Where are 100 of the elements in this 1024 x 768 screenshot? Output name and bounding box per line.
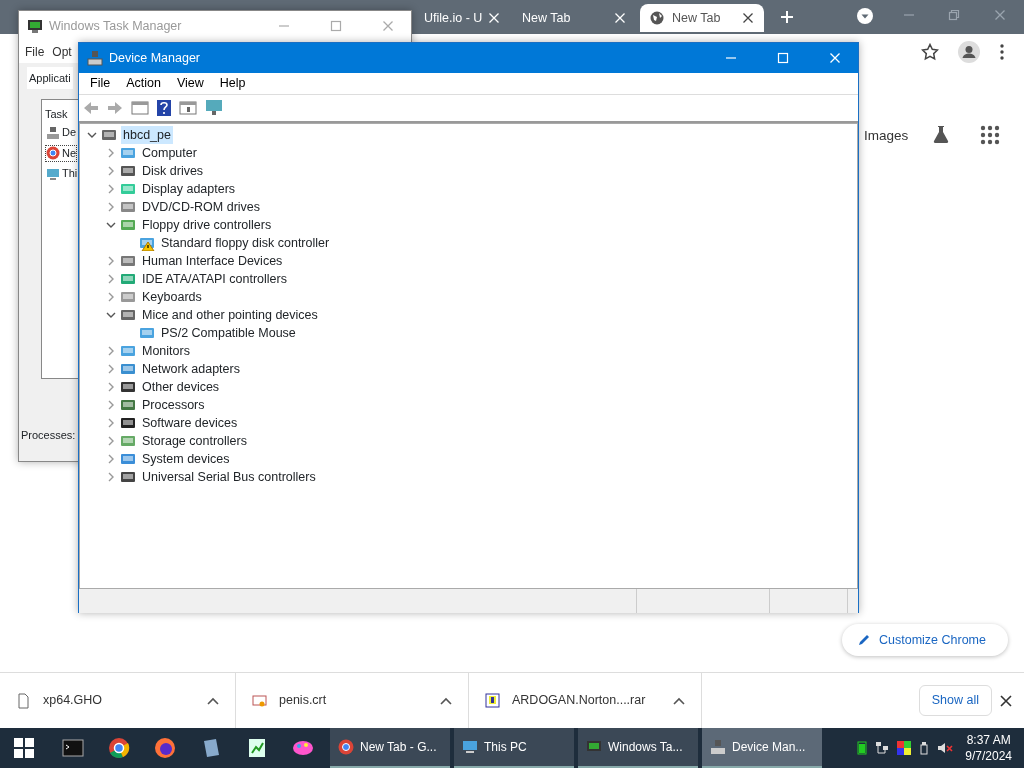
device-icon xyxy=(120,469,136,485)
device-icon xyxy=(120,289,136,305)
tree-item[interactable]: Storage controllers xyxy=(140,431,249,451)
windows-icon[interactable] xyxy=(14,738,34,758)
clock-time: 8:37 AM xyxy=(966,732,1011,748)
show-all-button[interactable]: Show all xyxy=(918,685,992,716)
tree-item[interactable]: hbcd_pe xyxy=(121,125,173,145)
monitor-icon xyxy=(27,19,43,33)
customize-button[interactable]: Customize Chrome xyxy=(842,624,1008,656)
chevron-icon xyxy=(207,696,219,705)
task-row[interactable]: Ne xyxy=(45,144,78,162)
tree-item[interactable]: Keyboards xyxy=(140,287,204,307)
menu-item[interactable]: File xyxy=(83,74,118,93)
forward-icon[interactable] xyxy=(107,101,123,115)
device-icon xyxy=(120,343,136,359)
tree-item[interactable]: Mice and other pointing devices xyxy=(140,305,320,325)
taskbar-button[interactable]: New Tab - G... xyxy=(330,728,450,768)
apps-icon[interactable] xyxy=(980,125,1000,145)
menu-item[interactable]: Opt xyxy=(48,43,76,61)
device-icon xyxy=(101,127,117,143)
view-icon[interactable] xyxy=(179,100,197,116)
device-icon xyxy=(120,217,136,233)
device-icon xyxy=(120,163,136,179)
help-icon[interactable] xyxy=(157,100,171,116)
tree-item[interactable]: Standard floppy disk controller xyxy=(159,233,332,253)
tab-title: New Tab xyxy=(672,9,721,27)
tree-item[interactable]: PS/2 Compatible Mouse xyxy=(159,323,298,343)
tree-item[interactable]: Computer xyxy=(140,143,199,163)
browser-tab[interactable]: New Tab xyxy=(512,4,636,32)
globe-icon xyxy=(650,11,664,25)
device-icon xyxy=(139,325,155,341)
browser-tab[interactable]: New Tab xyxy=(640,4,764,32)
tree-item[interactable]: Disk drives xyxy=(140,161,206,181)
status-text: Processes: xyxy=(21,428,76,443)
device-icon xyxy=(120,271,136,287)
menu-item[interactable]: File xyxy=(21,43,49,61)
menu-item[interactable]: View xyxy=(169,74,211,93)
tree-item[interactable]: Monitors xyxy=(140,341,192,361)
computer-icon xyxy=(87,50,103,66)
taskbar-button[interactable]: Device Man... xyxy=(702,728,822,768)
tree-item[interactable]: Display adapters xyxy=(140,179,238,199)
spreadsheet-icon[interactable] xyxy=(246,737,268,759)
device-icon xyxy=(120,397,136,413)
tree-item[interactable]: Other devices xyxy=(140,377,222,397)
battery-icon xyxy=(857,741,868,755)
tree-item[interactable]: Processors xyxy=(140,395,207,415)
taskbar-button[interactable]: This PC xyxy=(454,728,574,768)
taskbar-button[interactable]: Windows Ta... xyxy=(578,728,698,768)
usb-icon xyxy=(919,741,930,755)
tree-item[interactable]: Human Interface Devices xyxy=(140,251,285,271)
device-icon xyxy=(120,451,136,467)
task-row[interactable]: Thi xyxy=(45,165,79,182)
images-link[interactable]: Images xyxy=(864,126,909,147)
menu-item[interactable]: Action xyxy=(119,74,168,93)
dropdown-icon[interactable] xyxy=(857,8,873,24)
chrome-icon[interactable] xyxy=(108,737,130,759)
muted-speaker-icon xyxy=(937,741,954,755)
tree-item[interactable]: Software devices xyxy=(140,413,240,433)
close-icon[interactable] xyxy=(742,12,754,24)
tree-item[interactable]: Floppy drive controllers xyxy=(140,215,274,235)
window-title: Device Manager xyxy=(109,49,201,67)
tree-item[interactable]: DVD/CD-ROM drives xyxy=(140,197,263,217)
back-icon[interactable] xyxy=(83,101,99,115)
star-icon[interactable] xyxy=(921,43,939,61)
file-icon xyxy=(16,692,31,709)
tab[interactable]: Applicati xyxy=(27,67,73,89)
scan-monitor-icon[interactable] xyxy=(205,99,223,117)
app-icon xyxy=(46,125,60,140)
device-icon xyxy=(120,433,136,449)
tree-item[interactable]: IDE ATA/ATAPI controllers xyxy=(140,269,289,289)
pencil-icon xyxy=(857,633,871,647)
column-header: Task xyxy=(45,107,68,122)
color-icon xyxy=(897,741,912,755)
new-tab-icon[interactable] xyxy=(781,11,793,23)
device-icon xyxy=(120,253,136,269)
profile-icon[interactable] xyxy=(958,41,980,63)
firefox-icon[interactable] xyxy=(154,737,176,759)
properties-icon[interactable] xyxy=(131,100,149,116)
tree-item[interactable]: Universal Serial Bus controllers xyxy=(140,467,318,487)
app-icon xyxy=(710,739,726,755)
device-icon xyxy=(120,361,136,377)
device-icon xyxy=(120,415,136,431)
tree-item[interactable]: Network adapters xyxy=(140,359,242,379)
menu-item[interactable]: Help xyxy=(212,74,253,93)
device-icon xyxy=(120,379,136,395)
network-icon xyxy=(875,741,890,755)
tree-item[interactable]: System devices xyxy=(140,449,232,469)
tab-title: New Tab xyxy=(522,9,571,27)
menu-icon[interactable] xyxy=(1000,44,1004,60)
clock-date: 9/7/2024 xyxy=(965,748,1012,764)
device-icon xyxy=(120,199,136,215)
browser-tab[interactable]: Ufile.io - U xyxy=(414,4,510,32)
close-icon[interactable] xyxy=(1000,694,1012,707)
device-icon xyxy=(120,145,136,161)
flask-icon[interactable] xyxy=(931,124,951,144)
maximize-icon[interactable] xyxy=(330,20,342,32)
terminal-icon[interactable] xyxy=(62,737,84,759)
tab-title: Ufile.io - U xyxy=(424,9,483,27)
task-row[interactable]: De xyxy=(45,124,78,141)
file-icon xyxy=(252,692,267,709)
